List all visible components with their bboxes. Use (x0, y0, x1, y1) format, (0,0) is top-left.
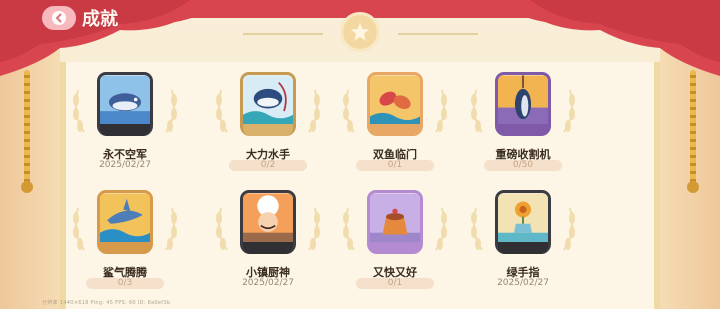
badge-ribbon (100, 124, 150, 136)
star-emblem-icon (340, 12, 380, 52)
curtain-rope-left (21, 70, 33, 193)
laurel-left-icon (216, 207, 228, 251)
achievement-progress: 0/1 (356, 278, 434, 289)
laurel-left-icon (343, 89, 355, 133)
emblem-divider-left (243, 33, 323, 35)
laurel-left-icon (73, 207, 85, 251)
badge-ribbon (498, 242, 548, 254)
laurel-right-icon (308, 207, 320, 251)
badge-ribbon (370, 124, 420, 136)
achievement-card[interactable]: 永不空军 2025/02/27 (60, 66, 190, 184)
laurel-left-icon (216, 89, 228, 133)
laurel-right-icon (165, 89, 177, 133)
emblem-divider-right (398, 33, 478, 35)
achievement-progress: 0/1 (356, 160, 434, 171)
achievement-progress: 0/2 (229, 160, 307, 171)
achievement-date: 2025/02/27 (497, 278, 549, 288)
laurel-left-icon (343, 207, 355, 251)
achievement-card[interactable]: 双鱼临门 0/1 (330, 66, 460, 184)
laurel-right-icon (165, 207, 177, 251)
achievement-card[interactable]: 绿手指 2025/02/27 (458, 184, 588, 302)
badge-ribbon (370, 242, 420, 254)
laurel-right-icon (563, 207, 575, 251)
achievement-card[interactable]: 重磅收割机 0/50 (458, 66, 588, 184)
achievement-date: 2025/02/27 (242, 278, 294, 288)
achievement-date: 2025/02/27 (99, 160, 151, 170)
achievement-card[interactable]: 鲨气腾腾 0/3 (60, 184, 190, 302)
badge-ribbon (243, 124, 293, 136)
laurel-right-icon (435, 207, 447, 251)
laurel-right-icon (435, 89, 447, 133)
curtain-rope-right (687, 70, 699, 193)
page-title: 成就 (82, 9, 118, 30)
badge-ribbon (498, 124, 548, 136)
badge-ribbon (243, 242, 293, 254)
achievement-card[interactable]: 小镇厨神 2025/02/27 (203, 184, 333, 302)
achievement-progress: 0/3 (86, 278, 164, 289)
laurel-right-icon (308, 89, 320, 133)
stage-background: 成就 永不空军 2025/02/27 大力水手 0/2 双鱼临门 0/1 重磅收… (0, 0, 720, 309)
achievement-card[interactable]: 大力水手 0/2 (203, 66, 333, 184)
back-arrow-icon (52, 11, 66, 25)
laurel-left-icon (471, 89, 483, 133)
laurel-left-icon (73, 89, 85, 133)
back-button[interactable] (42, 6, 76, 30)
achievement-card[interactable]: 又快又好 0/1 (330, 184, 460, 302)
achievement-grid: 永不空军 2025/02/27 大力水手 0/2 双鱼临门 0/1 重磅收割机 … (60, 66, 660, 296)
system-status-text: 分辨率 1440×618 Ping: 45 FPS: 60 ID: 8a0ef3… (42, 300, 171, 306)
achievement-progress: 0/50 (484, 160, 562, 171)
laurel-left-icon (471, 207, 483, 251)
laurel-right-icon (563, 89, 575, 133)
badge-ribbon (100, 242, 150, 254)
